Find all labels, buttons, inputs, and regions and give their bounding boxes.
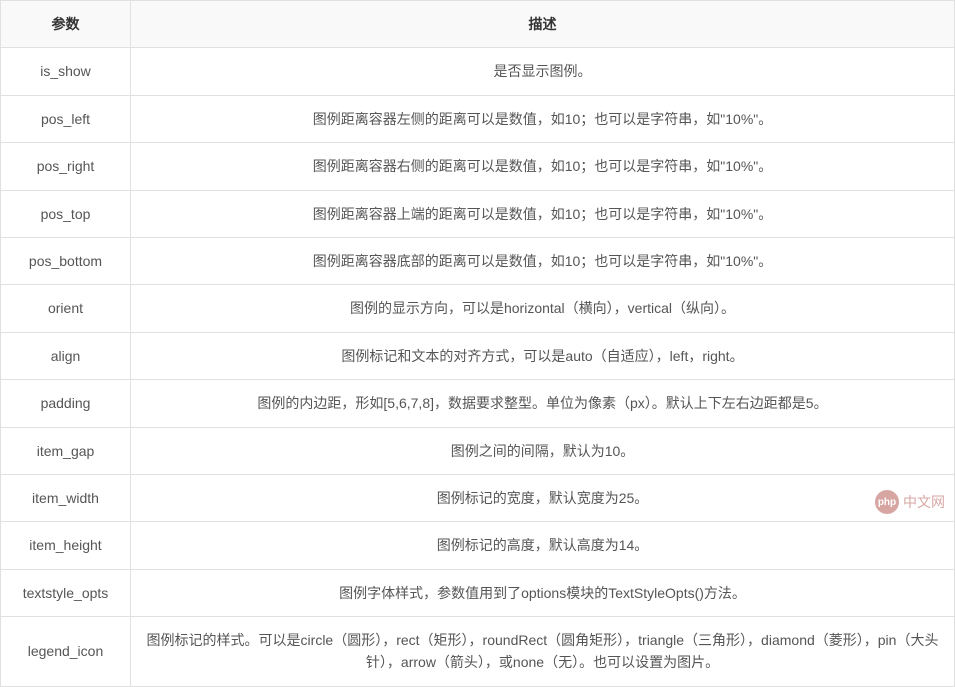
table-row: item_gap 图例之间的间隔，默认为10。 [1,427,955,474]
param-cell: item_height [1,522,131,569]
param-cell: pos_bottom [1,237,131,284]
table-row: is_show 是否显示图例。 [1,48,955,95]
param-cell: textstyle_opts [1,569,131,616]
parameter-table: 参数 描述 is_show 是否显示图例。 pos_left 图例距离容器左侧的… [0,0,955,687]
param-cell: padding [1,380,131,427]
table-row: pos_top 图例距离容器上端的距离可以是数值，如10；也可以是字符串，如"1… [1,190,955,237]
description-cell: 图例标记的高度，默认高度为14。 [131,522,955,569]
description-cell: 图例标记和文本的对齐方式，可以是auto（自适应），left，right。 [131,332,955,379]
description-cell: 图例标记的宽度，默认宽度为25。 [131,474,955,521]
header-param: 参数 [1,1,131,48]
description-cell: 图例距离容器底部的距离可以是数值，如10；也可以是字符串，如"10%"。 [131,237,955,284]
table-row: padding 图例的内边距，形如[5,6,7,8]，数据要求整型。单位为像素（… [1,380,955,427]
param-cell: align [1,332,131,379]
param-cell: item_gap [1,427,131,474]
table-row: item_height 图例标记的高度，默认高度为14。 [1,522,955,569]
description-cell: 图例之间的间隔，默认为10。 [131,427,955,474]
description-cell: 图例的显示方向，可以是horizontal（横向），vertical（纵向）。 [131,285,955,332]
description-cell: 图例标记的样式。可以是circle（圆形），rect（矩形），roundRect… [131,617,955,687]
param-cell: item_width [1,474,131,521]
table-row: textstyle_opts 图例字体样式，参数值用到了options模块的Te… [1,569,955,616]
description-cell: 图例距离容器左侧的距离可以是数值，如10；也可以是字符串，如"10%"。 [131,95,955,142]
table-row: item_width 图例标记的宽度，默认宽度为25。 [1,474,955,521]
header-description: 描述 [131,1,955,48]
param-cell: orient [1,285,131,332]
param-cell: pos_top [1,190,131,237]
description-cell: 图例距离容器上端的距离可以是数值，如10；也可以是字符串，如"10%"。 [131,190,955,237]
param-cell: pos_right [1,143,131,190]
description-cell: 图例字体样式，参数值用到了options模块的TextStyleOpts()方法… [131,569,955,616]
description-cell: 图例的内边距，形如[5,6,7,8]，数据要求整型。单位为像素（px）。默认上下… [131,380,955,427]
table-row: pos_right 图例距离容器右侧的距离可以是数值，如10；也可以是字符串，如… [1,143,955,190]
description-cell: 图例距离容器右侧的距离可以是数值，如10；也可以是字符串，如"10%"。 [131,143,955,190]
table-row: orient 图例的显示方向，可以是horizontal（横向），vertica… [1,285,955,332]
param-cell: is_show [1,48,131,95]
table-row: pos_bottom 图例距离容器底部的距离可以是数值，如10；也可以是字符串，… [1,237,955,284]
table-row: pos_left 图例距离容器左侧的距离可以是数值，如10；也可以是字符串，如"… [1,95,955,142]
param-cell: pos_left [1,95,131,142]
description-cell: 是否显示图例。 [131,48,955,95]
table-row: legend_icon 图例标记的样式。可以是circle（圆形），rect（矩… [1,617,955,687]
table-header-row: 参数 描述 [1,1,955,48]
table-row: align 图例标记和文本的对齐方式，可以是auto（自适应），left，rig… [1,332,955,379]
param-cell: legend_icon [1,617,131,687]
